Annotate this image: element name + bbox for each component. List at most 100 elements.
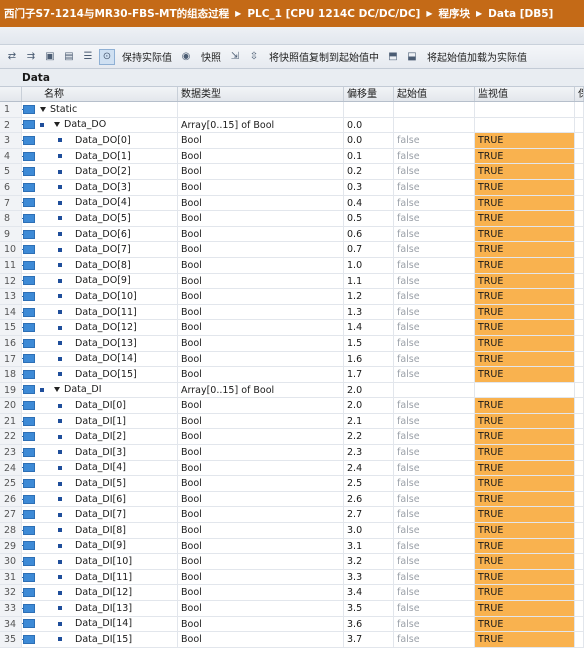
monitor-value-cell[interactable]: TRUE xyxy=(475,289,575,304)
monitor-value-cell[interactable]: TRUE xyxy=(475,445,575,460)
table-row[interactable]: 17 Data_DO[14] Bool 1.6 false TRUE xyxy=(0,351,584,368)
keep-actual-values-button[interactable]: 保持实际值 xyxy=(122,49,172,64)
monitor-value-cell[interactable]: TRUE xyxy=(475,585,575,600)
start-value-cell[interactable]: false xyxy=(394,304,475,320)
retain-cell[interactable] xyxy=(575,538,584,554)
name-cell[interactable]: Data_DO[0] xyxy=(22,133,178,148)
monitor-value-cell[interactable]: TRUE xyxy=(475,413,575,429)
collapse-triangle-icon[interactable] xyxy=(54,387,60,393)
data-type-cell[interactable]: Bool xyxy=(178,164,344,179)
name-cell[interactable]: Data_DI[5] xyxy=(22,476,178,491)
expand-all-icon[interactable]: ▣ xyxy=(42,49,58,65)
start-value-cell[interactable]: false xyxy=(394,211,475,226)
monitor-value-cell[interactable]: TRUE xyxy=(475,476,575,491)
retain-cell[interactable] xyxy=(575,476,584,491)
name-cell[interactable]: Data_DO[10] xyxy=(22,289,178,304)
name-cell[interactable]: Data_DI[13] xyxy=(22,601,178,616)
breadcrumb-project[interactable]: 西门子S7-1214与MR30-FBS-MT的组态过程 xyxy=(4,6,229,21)
header-monitor-value[interactable]: 监视值 xyxy=(475,87,575,101)
start-value-cell[interactable] xyxy=(394,382,475,398)
start-value-cell[interactable]: false xyxy=(394,491,475,507)
table-row[interactable]: 30 Data_DI[10] Bool 3.2 false TRUE xyxy=(0,554,584,570)
monitor-value-cell[interactable] xyxy=(475,382,575,398)
start-value-cell[interactable]: false xyxy=(394,507,475,523)
collapse-triangle-icon[interactable] xyxy=(40,106,46,112)
name-cell[interactable]: Data_DO[11] xyxy=(22,304,178,320)
table-row[interactable]: 15 Data_DO[12] Bool 1.4 false TRUE xyxy=(0,320,584,336)
retain-cell[interactable] xyxy=(575,367,584,382)
snapshot-button[interactable]: 快照 xyxy=(201,49,221,64)
retain-cell[interactable] xyxy=(575,164,584,179)
start-value-cell[interactable]: false xyxy=(394,413,475,429)
data-type-cell[interactable]: Bool xyxy=(178,445,344,460)
name-cell[interactable]: Data_DI[0] xyxy=(22,398,178,413)
table-row[interactable]: 33 Data_DI[13] Bool 3.5 false TRUE xyxy=(0,601,584,617)
monitor-value-cell[interactable] xyxy=(475,102,575,117)
copy-snapshot-to-start-button[interactable]: 将快照值复制到起始值中 xyxy=(269,49,379,64)
data-type-cell[interactable]: Bool xyxy=(178,257,344,273)
retain-cell[interactable] xyxy=(575,320,584,335)
retain-cell[interactable] xyxy=(575,445,584,460)
monitor-value-cell[interactable]: TRUE xyxy=(475,179,575,195)
retain-cell[interactable] xyxy=(575,523,584,538)
breadcrumb-program-blocks[interactable]: 程序块 xyxy=(439,6,471,21)
name-cell[interactable]: Data_DO[13] xyxy=(22,335,178,351)
header-data-type[interactable]: 数据类型 xyxy=(178,87,344,101)
table-row[interactable]: 12 Data_DO[9] Bool 1.1 false TRUE xyxy=(0,273,584,290)
retain-cell[interactable] xyxy=(575,601,584,616)
start-value-cell[interactable] xyxy=(394,102,475,117)
table-row[interactable]: 31 Data_DI[11] Bool 3.3 false TRUE xyxy=(0,569,584,586)
start-value-cell[interactable]: false xyxy=(394,460,475,476)
start-value-cell[interactable]: false xyxy=(394,351,475,367)
data-type-cell[interactable] xyxy=(178,102,344,117)
data-type-cell[interactable]: Bool xyxy=(178,304,344,320)
monitor-value-cell[interactable]: TRUE xyxy=(475,195,575,211)
name-cell[interactable]: Data_DI[14] xyxy=(22,616,178,632)
data-type-cell[interactable]: Bool xyxy=(178,351,344,367)
start-value-cell[interactable]: false xyxy=(394,133,475,148)
collapse-triangle-icon[interactable] xyxy=(54,122,60,128)
table-row[interactable]: 16 Data_DO[13] Bool 1.5 false TRUE xyxy=(0,335,584,352)
load-start-as-actual-button[interactable]: 将起始值加载为实际值 xyxy=(427,49,527,64)
monitor-value-cell[interactable]: TRUE xyxy=(475,523,575,538)
monitor-value-cell[interactable]: TRUE xyxy=(475,507,575,523)
retain-cell[interactable] xyxy=(575,460,584,476)
data-type-cell[interactable]: Array[0..15] of Bool xyxy=(178,382,344,398)
table-row[interactable]: 8 Data_DO[5] Bool 0.5 false TRUE xyxy=(0,211,584,227)
name-cell[interactable]: Data_DI[15] xyxy=(22,632,178,647)
start-value-cell[interactable]: false xyxy=(394,335,475,351)
table-row[interactable]: 18 Data_DO[15] Bool 1.7 false TRUE xyxy=(0,367,584,383)
start-value-cell[interactable]: false xyxy=(394,179,475,195)
retain-cell[interactable] xyxy=(575,335,584,351)
breadcrumb-data-block[interactable]: Data [DB5] xyxy=(488,8,553,20)
data-type-cell[interactable]: Array[0..15] of Bool xyxy=(178,117,344,133)
retain-cell[interactable] xyxy=(575,148,584,164)
start-value-cell[interactable]: false xyxy=(394,242,475,257)
copy-snapshot-start-icon[interactable]: ⇳ xyxy=(246,49,262,65)
start-value-cell[interactable]: false xyxy=(394,429,475,445)
table-row[interactable]: 5 Data_DO[2] Bool 0.2 false TRUE xyxy=(0,164,584,180)
start-value-cell[interactable]: false xyxy=(394,289,475,304)
table-row[interactable]: 35 Data_DI[15] Bool 3.7 false TRUE xyxy=(0,632,584,648)
monitor-value-cell[interactable]: TRUE xyxy=(475,335,575,351)
start-value-cell[interactable]: false xyxy=(394,320,475,335)
table-row[interactable]: 32 Data_DI[12] Bool 3.4 false TRUE xyxy=(0,585,584,601)
name-cell[interactable]: Data_DO[9] xyxy=(22,273,178,289)
monitor-value-cell[interactable]: TRUE xyxy=(475,242,575,257)
insert-row-icon[interactable]: ⇄ xyxy=(4,49,20,65)
name-cell[interactable]: Data_DI[7] xyxy=(22,507,178,523)
data-type-cell[interactable]: Bool xyxy=(178,226,344,242)
name-cell[interactable]: Data_DI[11] xyxy=(22,569,178,585)
data-type-cell[interactable]: Bool xyxy=(178,632,344,647)
monitor-value-cell[interactable]: TRUE xyxy=(475,304,575,320)
monitor-value-cell[interactable]: TRUE xyxy=(475,616,575,632)
data-type-cell[interactable]: Bool xyxy=(178,195,344,211)
monitor-value-cell[interactable]: TRUE xyxy=(475,398,575,413)
table-row[interactable]: 1 Static xyxy=(0,102,584,118)
data-type-cell[interactable]: Bool xyxy=(178,476,344,491)
header-start-value[interactable]: 起始值 xyxy=(394,87,475,101)
start-value-cell[interactable]: false xyxy=(394,523,475,538)
data-type-cell[interactable]: Bool xyxy=(178,538,344,554)
data-type-cell[interactable]: Bool xyxy=(178,585,344,600)
start-value-cell[interactable]: false xyxy=(394,538,475,554)
